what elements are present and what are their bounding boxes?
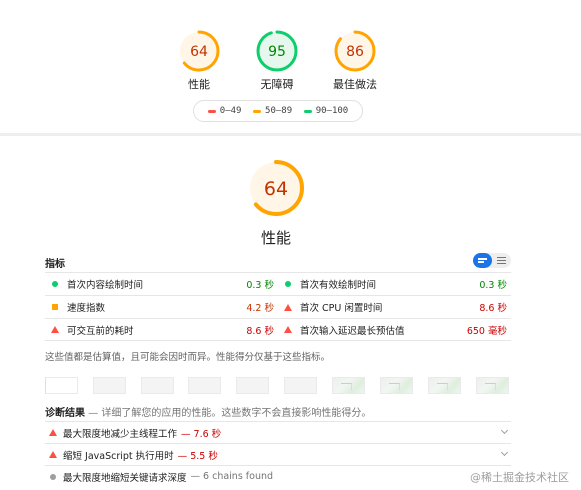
metric-name: 首次内容绘制时间	[67, 280, 144, 291]
gauge-label: 最佳做法	[333, 78, 377, 91]
audit-item[interactable]: 最大限度地缩短关键请求深度 — 6 chains found	[45, 465, 511, 487]
metrics-row: 速度指数 4.2 秒 首次 CPU 闲置时间 8.6 秒	[45, 295, 511, 318]
legend-swatch	[207, 109, 216, 113]
legend-range: 90–100	[315, 106, 349, 116]
details-icon	[497, 255, 506, 266]
metric-item[interactable]: 可交互前的耗时 8.6 秒	[45, 318, 278, 341]
watermark: @稀土掘金技术社区	[470, 471, 569, 484]
list-icon	[478, 257, 487, 265]
metrics-row: 首次内容绘制时间 0.3 秒 首次有效绘制时间 0.3 秒	[45, 272, 511, 295]
gauge-accessibility[interactable]: 95 无障碍	[242, 28, 312, 92]
metrics-heading: 指标	[45, 259, 65, 270]
average-square-icon	[49, 304, 61, 310]
main-gauge-ring: 64	[248, 160, 304, 216]
pass-dot-icon	[282, 281, 294, 287]
pass-dot-icon	[49, 281, 61, 287]
expanded-view-button[interactable]	[492, 253, 511, 268]
section-divider	[0, 133, 581, 136]
metric-item[interactable]: 首次 CPU 闲置时间 8.6 秒	[278, 295, 511, 318]
metric-item[interactable]: 首次有效绘制时间 0.3 秒	[278, 272, 511, 295]
metrics-view-toggle[interactable]	[473, 253, 511, 268]
fail-triangle-icon	[48, 451, 58, 458]
filmstrip-frame	[93, 377, 126, 394]
fail-triangle-icon	[282, 326, 294, 333]
gauge-performance[interactable]: 64 性能	[164, 28, 234, 92]
category-summary: 64 性能 95 无障碍 86 最佳做法 0–49 50–89 90–100	[0, 0, 581, 130]
legend-swatch	[253, 109, 262, 113]
audit-title: 最大限度地缩短关键请求深度	[63, 472, 187, 484]
info-dot-icon	[48, 473, 58, 480]
metric-value: 4.2 秒	[246, 303, 274, 314]
chevron-down-icon[interactable]	[500, 426, 509, 435]
legend-range: 50–89	[265, 106, 293, 116]
metric-name: 首次有效绘制时间	[300, 280, 377, 291]
filmstrip-frame	[476, 377, 509, 394]
gauge-label: 性能	[188, 78, 210, 91]
metric-value: 8.6 秒	[479, 303, 507, 314]
legend-swatch	[303, 109, 312, 113]
fail-triangle-icon	[282, 303, 294, 311]
audit-display-value: — 6 chains found	[190, 471, 274, 482]
filmstrip-frame	[428, 377, 461, 394]
gauge-score: 64	[190, 44, 208, 60]
metric-item[interactable]: 首次内容绘制时间 0.3 秒	[45, 272, 278, 295]
gauge-ring-accessibility: 95	[256, 30, 298, 72]
filmstrip-frame	[380, 377, 413, 394]
metric-item[interactable]: 速度指数 4.2 秒	[45, 295, 278, 318]
fail-triangle-icon	[48, 429, 58, 436]
diagnostics-heading: 诊断结果	[45, 408, 85, 419]
main-gauge-score: 64	[264, 178, 288, 200]
metric-name: 首次输入延迟最长预估值	[300, 325, 405, 337]
filmstrip-frame	[141, 377, 174, 394]
compact-view-button[interactable]	[473, 253, 492, 268]
audit-display-value: — 7.6 秒	[181, 428, 222, 440]
audit-title: 缩短 JavaScript 执行用时	[63, 450, 174, 462]
legend-item-pass: 90–100	[303, 106, 349, 116]
gauge-score: 86	[346, 44, 364, 60]
metrics-note: 这些值都是估算值，且可能会因时而异。性能得分仅基于这些指标。	[45, 352, 331, 363]
metrics-grid: 首次内容绘制时间 0.3 秒 首次有效绘制时间 0.3 秒 速度指数 4.2 秒…	[45, 272, 511, 341]
performance-main-gauge: 64 性能	[241, 157, 311, 248]
legend-range: 0–49	[219, 106, 242, 116]
performance-title: 性能	[260, 229, 291, 247]
gauge-score: 95	[268, 44, 286, 60]
gauge-ring-performance: 64	[178, 30, 220, 72]
filmstrip-frame	[284, 377, 317, 394]
metric-value: 0.3 秒	[479, 280, 507, 291]
metric-value: 0.3 秒	[246, 280, 274, 291]
legend-item-average: 50–89	[253, 106, 292, 116]
fail-triangle-icon	[49, 326, 61, 333]
gauge-ring-best-practices: 86	[334, 30, 376, 72]
metrics-header: 指标	[45, 253, 511, 271]
metric-name: 可交互前的耗时	[67, 325, 134, 337]
audit-item[interactable]: 最大限度地减少主线程工作 — 7.6 秒	[45, 421, 511, 443]
metric-name: 首次 CPU 闲置时间	[300, 303, 383, 314]
filmstrip-frame	[45, 377, 78, 394]
diagnostics-list: 最大限度地减少主线程工作 — 7.6 秒 缩短 JavaScript 执行用时 …	[45, 421, 511, 487]
diagnostics-subheading: — 详细了解您的应用的性能。这些数字不会直接影响性能得分。	[88, 408, 372, 419]
filmstrip-frame	[332, 377, 365, 394]
legend-item-fail: 0–49	[207, 106, 242, 116]
score-scale-legend: 0–49 50–89 90–100	[193, 100, 363, 122]
gauge-best-practices[interactable]: 86 最佳做法	[320, 28, 390, 92]
metric-value: 650 毫秒	[466, 325, 507, 337]
metric-name: 速度指数	[67, 303, 106, 314]
gauge-label: 无障碍	[260, 78, 294, 91]
metric-value: 8.6 秒	[246, 325, 274, 337]
metrics-row: 可交互前的耗时 8.6 秒 首次输入延迟最长预估值 650 毫秒	[45, 318, 511, 341]
audit-display-value: — 5.5 秒	[177, 450, 218, 462]
filmstrip-frame	[188, 377, 221, 394]
filmstrip	[45, 377, 511, 394]
filmstrip-frame	[236, 377, 269, 394]
audit-item[interactable]: 缩短 JavaScript 执行用时 — 5.5 秒	[45, 443, 511, 465]
audit-title: 最大限度地减少主线程工作	[63, 428, 178, 440]
metric-item[interactable]: 首次输入延迟最长预估值 650 毫秒	[278, 318, 511, 341]
diagnostics-header: 诊断结果 — 详细了解您的应用的性能。这些数字不会直接影响性能得分。	[45, 404, 371, 419]
chevron-down-icon[interactable]	[500, 448, 509, 457]
